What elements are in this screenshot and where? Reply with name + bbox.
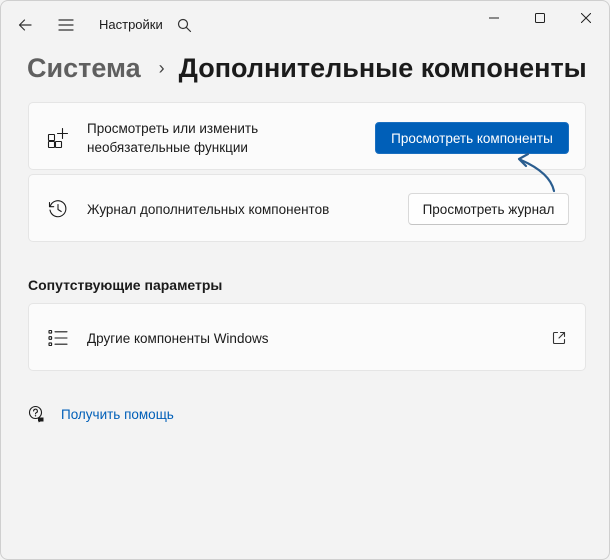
related-item-label: Другие компоненты Windows (87, 331, 269, 346)
maximize-button[interactable] (517, 1, 563, 35)
history-icon (47, 198, 69, 220)
history-card: Журнал дополнительных компонентов Просмо… (28, 174, 586, 242)
help-icon (28, 405, 46, 423)
related-settings-heading: Сопутствующие параметры (28, 277, 223, 293)
search-icon[interactable] (168, 9, 200, 41)
settings-window: Настройки Система › Дополнительные компо… (0, 0, 610, 560)
related-item-windows-features[interactable]: Другие компоненты Windows (28, 303, 586, 371)
back-arrow-icon[interactable] (9, 9, 41, 41)
view-features-button[interactable]: Просмотреть компоненты (375, 122, 569, 154)
add-apps-icon (47, 127, 69, 149)
app-title: Настройки (99, 17, 163, 32)
list-icon (47, 327, 69, 349)
page-title: Дополнительные компоненты (178, 52, 587, 83)
annotation-arrow-icon (517, 152, 556, 193)
title-bar: Настройки (1, 1, 609, 49)
breadcrumb-root[interactable]: Система (27, 53, 141, 84)
optional-features-label-line2: необязательные функции (87, 140, 248, 155)
optional-features-card: Просмотреть или изменить необязательные … (28, 102, 586, 170)
minimize-button[interactable] (471, 1, 517, 35)
history-label: Журнал дополнительных компонентов (87, 202, 330, 217)
view-history-button[interactable]: Просмотреть журнал (408, 193, 569, 225)
optional-features-label-line1: Просмотреть или изменить (87, 121, 259, 136)
hamburger-icon[interactable] (50, 9, 82, 41)
optional-features-label: Просмотреть или изменить необязательные … (87, 119, 258, 157)
breadcrumb-separator-icon: › (158, 57, 165, 78)
close-button[interactable] (563, 1, 609, 35)
get-help[interactable]: Получить помощь (28, 404, 174, 424)
help-link[interactable]: Получить помощь (61, 407, 174, 422)
breadcrumb: Система › Дополнительные компоненты (27, 51, 587, 85)
open-external-icon (551, 330, 567, 346)
